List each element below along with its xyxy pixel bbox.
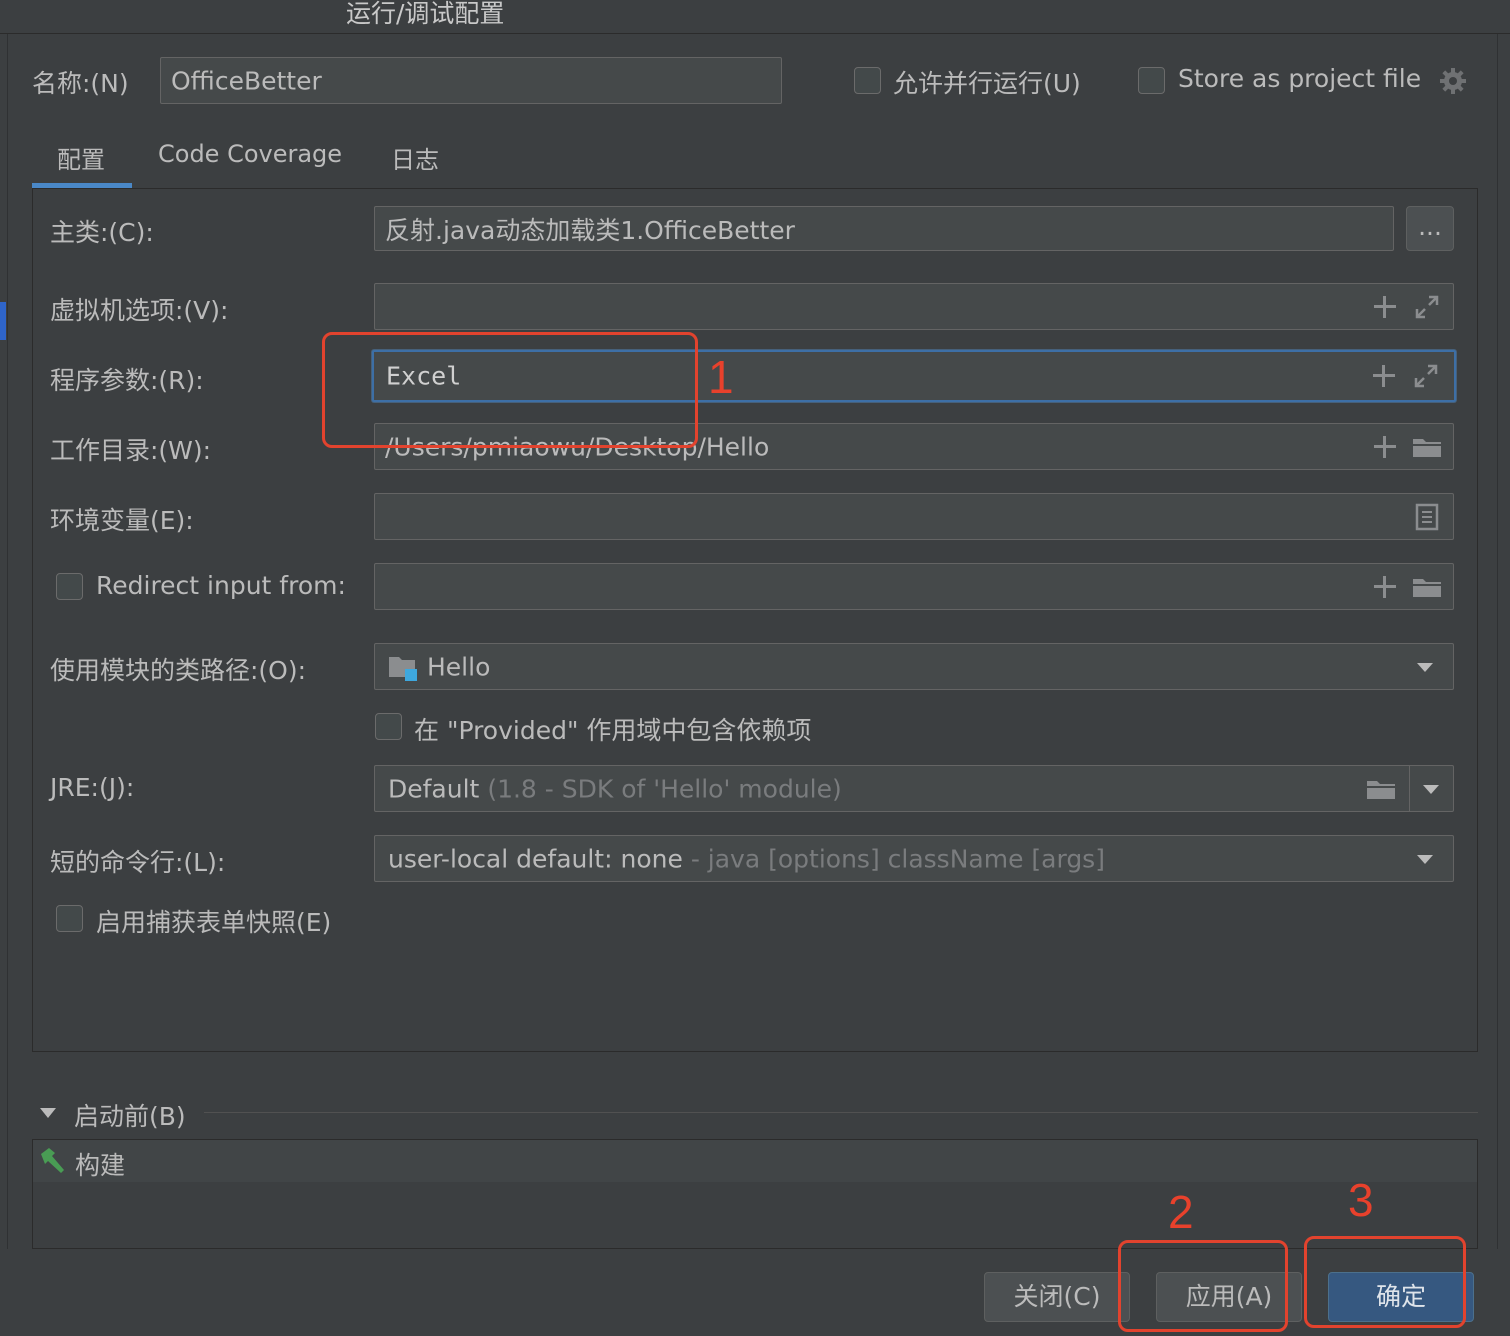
enable-snapshot-checkbox[interactable] (56, 905, 83, 932)
right-edge (1497, 34, 1510, 1249)
jre-label: JRE:(J): (50, 773, 135, 802)
vm-options-input[interactable] (374, 283, 1454, 330)
annotation-box-3 (1304, 1236, 1466, 1328)
store-project-file-checkbox[interactable] (1138, 67, 1165, 94)
plus-icon[interactable] (1371, 293, 1399, 321)
before-launch-list: 构建 (32, 1139, 1478, 1249)
tab-code-coverage[interactable]: Code Coverage (158, 140, 342, 168)
include-provided-label: 在 "Provided" 作用域中包含依赖项 (414, 716, 812, 745)
dialog-title: 运行/调试配置 (346, 0, 505, 28)
tab-logs[interactable]: 日志 (391, 140, 439, 175)
allow-parallel-label: 允许并行运行(U) (893, 69, 1081, 98)
redirect-input-field[interactable] (374, 563, 1454, 610)
shorten-label: 短的命令行:(L): (50, 848, 226, 877)
expand-icon[interactable] (1413, 293, 1441, 321)
annotation-box-2 (1118, 1240, 1288, 1332)
env-input[interactable] (374, 493, 1454, 540)
annotation-box-1 (322, 332, 698, 448)
module-value: Hello (427, 652, 491, 681)
tab-config[interactable]: 配置 (57, 140, 105, 175)
collapse-triangle-icon[interactable] (38, 1104, 58, 1122)
expand-icon[interactable] (1412, 362, 1440, 390)
workdir-label: 工作目录:(W): (50, 436, 212, 465)
jre-value: Default (388, 774, 480, 803)
folder-icon[interactable] (1411, 573, 1443, 601)
env-label: 环境变量(E): (50, 506, 194, 535)
before-launch-divider (204, 1112, 1478, 1113)
jre-hint: (1.8 - SDK of 'Hello' module) (487, 774, 842, 803)
program-args-label: 程序参数:(R): (50, 366, 204, 395)
name-label: 名称:(N) (32, 69, 129, 98)
shorten-value: user-local default: none (388, 844, 683, 873)
chevron-down-icon (1411, 845, 1439, 873)
annotation-number-3: 3 (1348, 1174, 1374, 1226)
store-project-file-label: Store as project file (1178, 64, 1422, 93)
redirect-input-checkbox[interactable] (56, 573, 83, 600)
build-item-label: 构建 (75, 1151, 126, 1180)
close-button[interactable]: 关闭(C) (984, 1272, 1130, 1322)
annotation-number-1: 1 (708, 351, 734, 403)
list-item[interactable]: 构建 (33, 1140, 1477, 1182)
plus-icon[interactable] (1370, 362, 1398, 390)
gear-icon[interactable] (1438, 66, 1468, 96)
include-provided-checkbox[interactable] (375, 713, 402, 740)
left-edge-panel (0, 34, 8, 1249)
shorten-hint: - java [options] className [args] (690, 844, 1105, 873)
name-input[interactable]: OfficeBetter (160, 57, 782, 104)
jre-select[interactable]: Default (1.8 - SDK of 'Hello' module) (374, 765, 1454, 812)
main-class-input[interactable]: 反射.java动态加载类1.OfficeBetter (374, 206, 1394, 251)
folder-icon[interactable] (1411, 433, 1443, 461)
shorten-text: user-local default: none - java [options… (388, 844, 1105, 873)
vm-options-label: 虚拟机选项:(V): (50, 296, 229, 325)
main-class-label: 主类:(C): (50, 218, 154, 247)
chevron-down-icon (1411, 653, 1439, 681)
module-folder-icon (387, 653, 419, 681)
allow-parallel-checkbox[interactable] (854, 67, 881, 94)
redirect-input-label: Redirect input from: (96, 571, 346, 600)
folder-icon[interactable] (1365, 775, 1397, 803)
shorten-select[interactable]: user-local default: none - java [options… (374, 835, 1454, 882)
module-select[interactable]: Hello (374, 643, 1454, 690)
plus-icon[interactable] (1371, 433, 1399, 461)
document-icon[interactable] (1415, 503, 1443, 531)
plus-icon[interactable] (1371, 573, 1399, 601)
browse-main-class-button[interactable]: ... (1406, 206, 1454, 251)
dialog-title-bar: 运行/调试配置 (0, 0, 1510, 34)
hammer-icon (37, 1146, 67, 1176)
chevron-down-icon[interactable] (1417, 775, 1445, 803)
left-selection-marker (0, 302, 6, 340)
main-class-value: 反射.java动态加载类1.OfficeBetter (385, 215, 795, 245)
name-value: OfficeBetter (171, 66, 322, 95)
jre-separator (1409, 766, 1410, 811)
before-launch-label: 启动前(B) (74, 1102, 186, 1131)
enable-snapshot-label: 启用捕获表单快照(E) (96, 908, 332, 937)
module-label: 使用模块的类路径:(O): (50, 656, 307, 685)
annotation-number-2: 2 (1168, 1186, 1194, 1238)
jre-text: Default (1.8 - SDK of 'Hello' module) (388, 774, 842, 803)
